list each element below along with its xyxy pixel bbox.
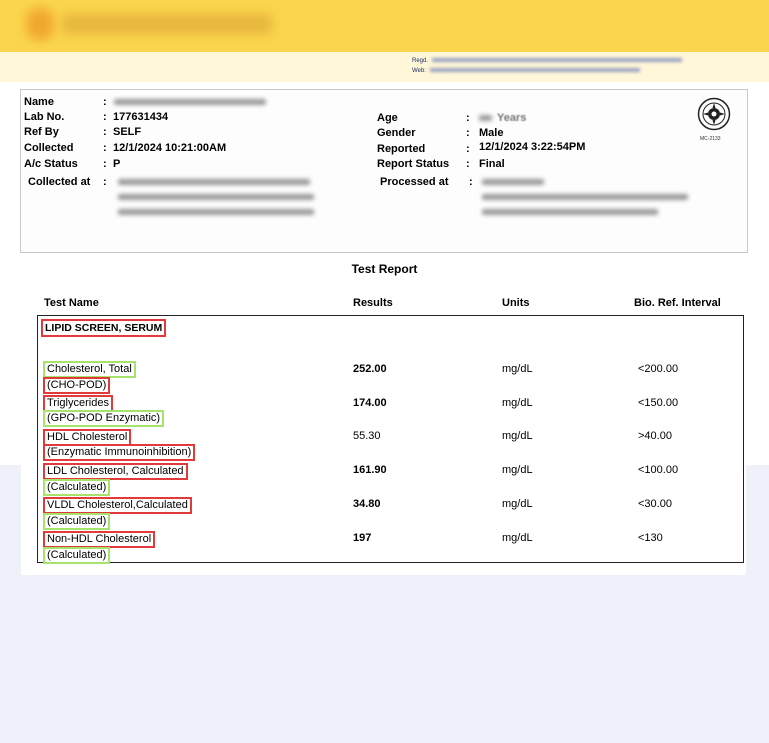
- seal-caption: MC-2133: [700, 136, 721, 142]
- column-test-name: Test Name: [44, 297, 99, 309]
- unit-vldl-cholesterol: mg/dL: [502, 498, 533, 510]
- collected-label: Collected: [24, 142, 74, 154]
- collected-colon: :: [103, 142, 107, 154]
- section-title: LIPID SCREEN, SERUM: [41, 319, 167, 337]
- processed-at-colon: :: [469, 176, 473, 188]
- result-hdl-cholesterol: 55.30: [353, 430, 381, 442]
- gender-label: Gender: [377, 127, 416, 139]
- ac-status-value: P: [113, 158, 121, 170]
- test-method-cholesterol-total: (CHO-POD): [43, 377, 111, 394]
- result-triglycerides: 174.00: [353, 397, 387, 409]
- result-cholesterol-total: 252.00: [353, 363, 387, 375]
- lab-header-banner: [0, 0, 769, 52]
- gender-colon: :: [466, 127, 470, 139]
- accreditation-seal-icon: [697, 97, 731, 131]
- web-redacted: [429, 68, 640, 73]
- age-redacted: [479, 115, 492, 121]
- ref-by-label: Ref By: [24, 126, 59, 138]
- test-name-non-hdl-cholesterol: Non-HDL Cholesterol: [43, 531, 156, 548]
- ref-non-hdl-cholesterol: <130: [638, 532, 663, 544]
- test-method-triglycerides: (GPO-POD Enzymatic): [43, 410, 165, 427]
- lab-logo-icon: [26, 8, 54, 40]
- collected-value: 12/1/2024 10:21:00AM: [113, 142, 227, 154]
- registered-office-info: Regd. Web:: [412, 56, 683, 76]
- name-colon: :: [103, 96, 107, 108]
- lab-logo: [26, 8, 286, 40]
- column-units: Units: [502, 297, 530, 309]
- reported-label: Reported: [377, 143, 426, 155]
- ref-by-value: SELF: [113, 126, 142, 138]
- report-status-label: Report Status: [377, 158, 450, 170]
- age-label: Age: [377, 112, 398, 124]
- age-colon: :: [466, 112, 470, 124]
- name-label: Name: [24, 96, 54, 108]
- column-bio-ref-interval: Bio. Ref. Interval: [634, 297, 721, 309]
- lab-no-value: 177631434: [113, 111, 169, 123]
- ref-hdl-cholesterol: >40.00: [638, 430, 672, 442]
- reported-colon: :: [466, 143, 470, 155]
- report-title: Test Report: [351, 262, 418, 276]
- collected-at-colon: :: [103, 176, 107, 188]
- ref-cholesterol-total: <200.00: [638, 363, 679, 375]
- age-unit: Years: [497, 112, 527, 124]
- unit-non-hdl-cholesterol: mg/dL: [502, 532, 533, 544]
- ac-status-label: A/c Status: [24, 158, 78, 170]
- unit-cholesterol-total: mg/dL: [502, 363, 533, 375]
- unit-ldl-cholesterol: mg/dL: [502, 464, 533, 476]
- report-status-value: Final: [479, 158, 505, 170]
- processed-at-redacted-2: [482, 194, 688, 200]
- web-label: Web:: [412, 68, 426, 74]
- test-method-vldl-cholesterol: (Calculated): [43, 513, 111, 530]
- unit-hdl-cholesterol: mg/dL: [502, 430, 533, 442]
- regd-redacted: [432, 58, 683, 63]
- ref-ldl-cholesterol: <100.00: [638, 464, 679, 476]
- test-name-vldl-cholesterol: VLDL Cholesterol,Calculated: [43, 497, 192, 514]
- processed-at-label: Processed at: [380, 176, 449, 188]
- collected-at-redacted-3: [118, 209, 314, 215]
- test-name-cholesterol-total: Cholesterol, Total: [43, 361, 136, 378]
- patient-name-redacted: [114, 99, 266, 105]
- collected-at-label: Collected at: [28, 176, 91, 188]
- lab-no-label: Lab No.: [24, 111, 65, 123]
- lab-no-colon: :: [103, 111, 107, 123]
- ac-status-colon: :: [103, 158, 107, 170]
- test-method-non-hdl-cholesterol: (Calculated): [43, 547, 111, 564]
- regd-label: Regd.: [412, 58, 429, 64]
- lab-logo-wordmark: [62, 14, 272, 34]
- processed-at-redacted-3: [482, 209, 658, 215]
- result-vldl-cholesterol: 34.80: [353, 498, 381, 510]
- collected-at-redacted-2: [118, 194, 314, 200]
- results-table-right-border: [743, 315, 744, 563]
- ref-vldl-cholesterol: <30.00: [638, 498, 672, 510]
- result-ldl-cholesterol: 161.90: [353, 464, 387, 476]
- processed-at-redacted-1: [482, 179, 544, 185]
- report-status-colon: :: [466, 158, 470, 170]
- reported-value: 12/1/2024 3:22:54PM: [479, 141, 586, 153]
- unit-triglycerides: mg/dL: [502, 397, 533, 409]
- gender-value: Male: [479, 127, 504, 139]
- test-method-ldl-cholesterol: (Calculated): [43, 479, 111, 496]
- result-non-hdl-cholesterol: 197: [353, 532, 372, 544]
- test-name-ldl-cholesterol: LDL Cholesterol, Calculated: [43, 463, 188, 480]
- collected-at-redacted-1: [118, 179, 310, 185]
- ref-by-colon: :: [103, 126, 107, 138]
- test-method-hdl-cholesterol: (Enzymatic Immunoinhibition): [43, 444, 196, 461]
- ref-triglycerides: <150.00: [638, 397, 679, 409]
- column-results: Results: [353, 297, 393, 309]
